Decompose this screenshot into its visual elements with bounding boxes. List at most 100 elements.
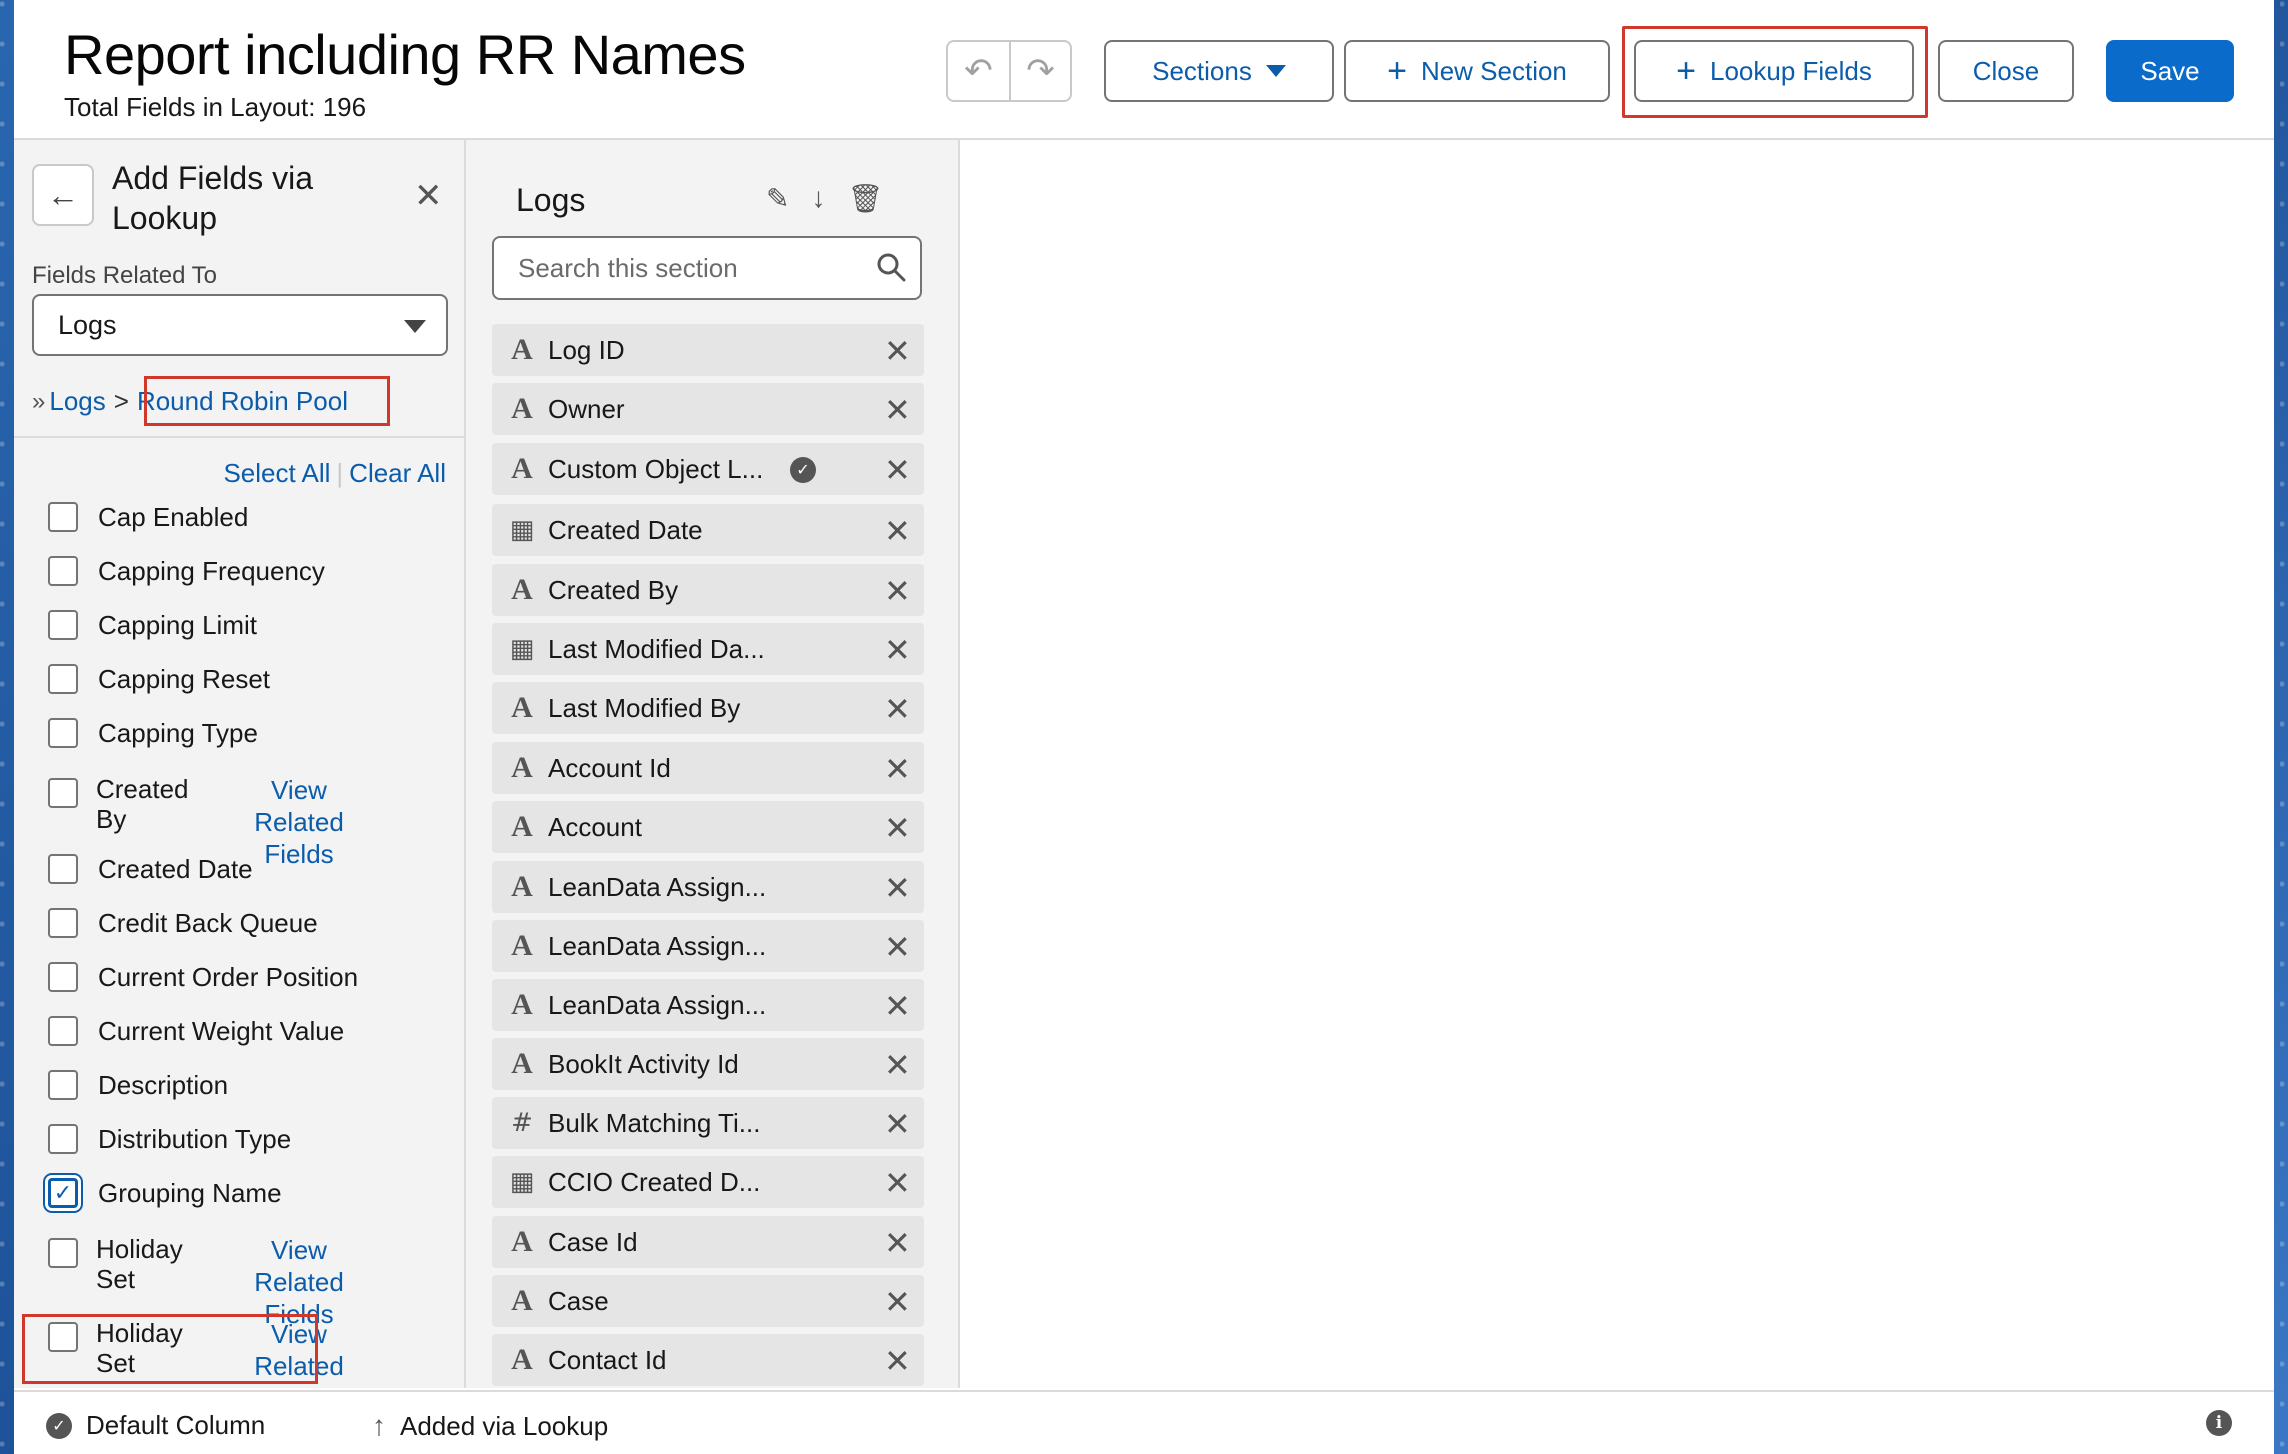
field-item[interactable]: # Bulk Matching Ti... ✕ <box>492 1097 924 1149</box>
remove-icon[interactable]: ✕ <box>884 512 911 550</box>
checkbox-item[interactable]: Current Order Position <box>48 962 448 992</box>
checkbox-item[interactable]: Capping Limit <box>48 610 448 640</box>
checkbox-item-grouping-name[interactable]: ✓ Grouping Name <box>48 1178 448 1208</box>
field-item[interactable]: A Account Id ✕ <box>492 742 924 794</box>
field-item[interactable]: A Created By ✕ <box>492 564 924 616</box>
remove-icon[interactable]: ✕ <box>884 1105 911 1143</box>
field-name: Owner <box>548 393 625 424</box>
chevron-down-icon <box>1265 65 1286 77</box>
checkbox[interactable] <box>48 962 78 992</box>
checkbox-item[interactable]: Cap Enabled <box>48 502 448 532</box>
remove-icon[interactable]: ✕ <box>884 987 911 1025</box>
checkbox[interactable] <box>48 1238 78 1268</box>
arrow-down-icon[interactable]: ↓ <box>811 182 825 215</box>
calendar-icon: ▦ <box>509 1167 535 1197</box>
field-item[interactable]: ▦ Created Date ✕ <box>492 504 924 556</box>
field-item[interactable]: A LeanData Assign... ✕ <box>492 861 924 913</box>
search-section-input[interactable]: Search this section <box>492 236 922 300</box>
remove-icon[interactable]: ✕ <box>884 809 911 847</box>
redo-icon[interactable]: ↷ <box>1009 42 1070 100</box>
breadcrumb-logs[interactable]: Logs <box>49 386 105 417</box>
remove-icon[interactable]: ✕ <box>884 1342 911 1380</box>
field-item[interactable]: A LeanData Assign... ✕ <box>492 979 924 1031</box>
remove-icon[interactable]: ✕ <box>884 690 911 728</box>
remove-icon[interactable]: ✕ <box>884 631 911 669</box>
checkbox-item[interactable]: Credit Back Queue <box>48 908 448 938</box>
default-column-check-icon: ✓ <box>790 457 816 483</box>
checkbox-checked[interactable]: ✓ <box>48 1178 78 1208</box>
field-item[interactable]: ▦ CCIO Created D... ✕ <box>492 1156 924 1208</box>
close-icon[interactable]: ✕ <box>414 176 443 216</box>
search-placeholder: Search this section <box>518 252 738 283</box>
checkbox-item[interactable]: Current Weight Value <box>48 1016 448 1046</box>
field-item[interactable]: ▦ Last Modified Da... ✕ <box>492 623 924 675</box>
field-item[interactable]: A BookIt Activity Id ✕ <box>492 1038 924 1090</box>
remove-icon[interactable]: ✕ <box>884 451 911 489</box>
remove-icon[interactable]: ✕ <box>884 332 911 370</box>
checkbox-label: Created By <box>96 774 189 834</box>
field-name: LeanData Assign... <box>548 989 767 1020</box>
field-item[interactable]: A LeanData Assign... ✕ <box>492 920 924 972</box>
checkbox[interactable] <box>48 1016 78 1046</box>
close-button[interactable]: Close <box>1938 40 2074 102</box>
field-item[interactable]: A Case ✕ <box>492 1275 924 1327</box>
field-name: Case <box>548 1285 609 1316</box>
checkbox[interactable] <box>48 908 78 938</box>
plus-icon: + <box>1387 52 1407 90</box>
info-icon[interactable]: i <box>2206 1410 2232 1436</box>
back-arrow-icon[interactable]: ← <box>32 164 94 226</box>
save-button[interactable]: Save <box>2106 40 2234 102</box>
field-item[interactable]: A Contact Id ✕ <box>492 1334 924 1386</box>
related-object-select[interactable]: Logs <box>32 294 448 356</box>
new-section-button[interactable]: + New Section <box>1344 40 1610 102</box>
field-name: Account Id <box>548 752 671 783</box>
double-chevron-icon[interactable]: » <box>32 388 46 416</box>
remove-icon[interactable]: ✕ <box>884 869 911 907</box>
checkbox-label: Capping Frequency <box>98 556 325 586</box>
sections-button[interactable]: Sections <box>1104 40 1334 102</box>
remove-icon[interactable]: ✕ <box>884 1046 911 1084</box>
remove-icon[interactable]: ✕ <box>884 928 911 966</box>
lookup-fields-button[interactable]: + Lookup Fields <box>1634 40 1914 102</box>
pencil-icon[interactable]: ✎ <box>766 182 789 215</box>
checkbox-item[interactable]: Description <box>48 1070 448 1100</box>
field-item[interactable]: A Account ✕ <box>492 801 924 853</box>
checkbox-item[interactable]: Distribution Type <box>48 1124 448 1154</box>
trash-icon[interactable]: 🗑 <box>847 182 883 215</box>
remove-icon[interactable]: ✕ <box>884 1224 911 1262</box>
checkbox-item[interactable]: Capping Reset <box>48 664 448 694</box>
legend-default-label: Default Column <box>86 1410 266 1440</box>
remove-icon[interactable]: ✕ <box>884 1164 911 1202</box>
calendar-icon: ▦ <box>509 515 535 545</box>
checkbox[interactable] <box>48 778 78 808</box>
checkbox[interactable] <box>48 502 78 532</box>
field-name: Bulk Matching Ti... <box>548 1107 761 1138</box>
section-actions: ✎ ↓ 🗑 <box>766 182 883 215</box>
checkbox[interactable] <box>48 556 78 586</box>
highlight-box-grouping-name <box>22 1314 318 1384</box>
field-item[interactable]: A Custom Object L... ✓ ✕ <box>492 443 924 495</box>
checkbox[interactable] <box>48 664 78 694</box>
dropdown-arrow-icon <box>404 320 426 333</box>
field-item[interactable]: A Last Modified By ✕ <box>492 682 924 734</box>
checkbox-item[interactable]: Capping Frequency <box>48 556 448 586</box>
checkbox[interactable] <box>48 718 78 748</box>
checkbox-item[interactable]: Created Date <box>48 854 448 884</box>
checkbox[interactable] <box>48 854 78 884</box>
checkbox[interactable] <box>48 1070 78 1100</box>
remove-icon[interactable]: ✕ <box>884 572 911 610</box>
remove-icon[interactable]: ✕ <box>884 391 911 429</box>
undo-icon[interactable]: ↶ <box>948 42 1009 100</box>
field-item[interactable]: A Log ID ✕ <box>492 324 924 376</box>
clear-all-link[interactable]: Clear All <box>349 458 446 489</box>
checkbox[interactable] <box>48 610 78 640</box>
checkbox-item[interactable]: Capping Type <box>48 718 448 748</box>
checkbox[interactable] <box>48 1124 78 1154</box>
remove-icon[interactable]: ✕ <box>884 1283 911 1321</box>
field-item[interactable]: A Owner ✕ <box>492 383 924 435</box>
field-item[interactable]: A Case Id ✕ <box>492 1216 924 1268</box>
highlight-box-breadcrumb <box>144 376 390 426</box>
text-icon: A <box>511 573 533 606</box>
select-all-link[interactable]: Select All <box>223 458 330 489</box>
remove-icon[interactable]: ✕ <box>884 750 911 788</box>
